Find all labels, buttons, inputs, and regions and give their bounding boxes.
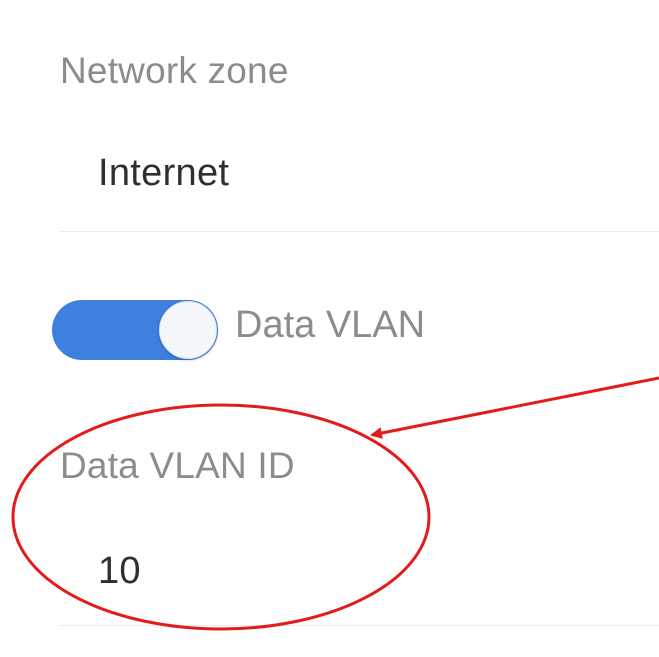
annotation-arrow [370,376,659,439]
annotation-ellipse [11,403,431,631]
network-zone-label: Network zone [60,50,289,91]
data-vlan-toggle-label: Data VLAN [235,304,426,346]
data-vlan-id-label: Data VLAN ID [60,445,295,486]
vlan-settings-panel: Network zone Internet Data VLAN Data VLA… [0,0,659,657]
network-zone-value[interactable]: Internet [98,152,229,195]
data-vlan-toggle[interactable] [52,300,218,360]
data-vlan-id-value[interactable]: 10 [98,550,141,593]
toggle-knob [159,301,217,359]
data-vlan-id-divider [60,625,659,626]
network-zone-divider [60,231,659,232]
